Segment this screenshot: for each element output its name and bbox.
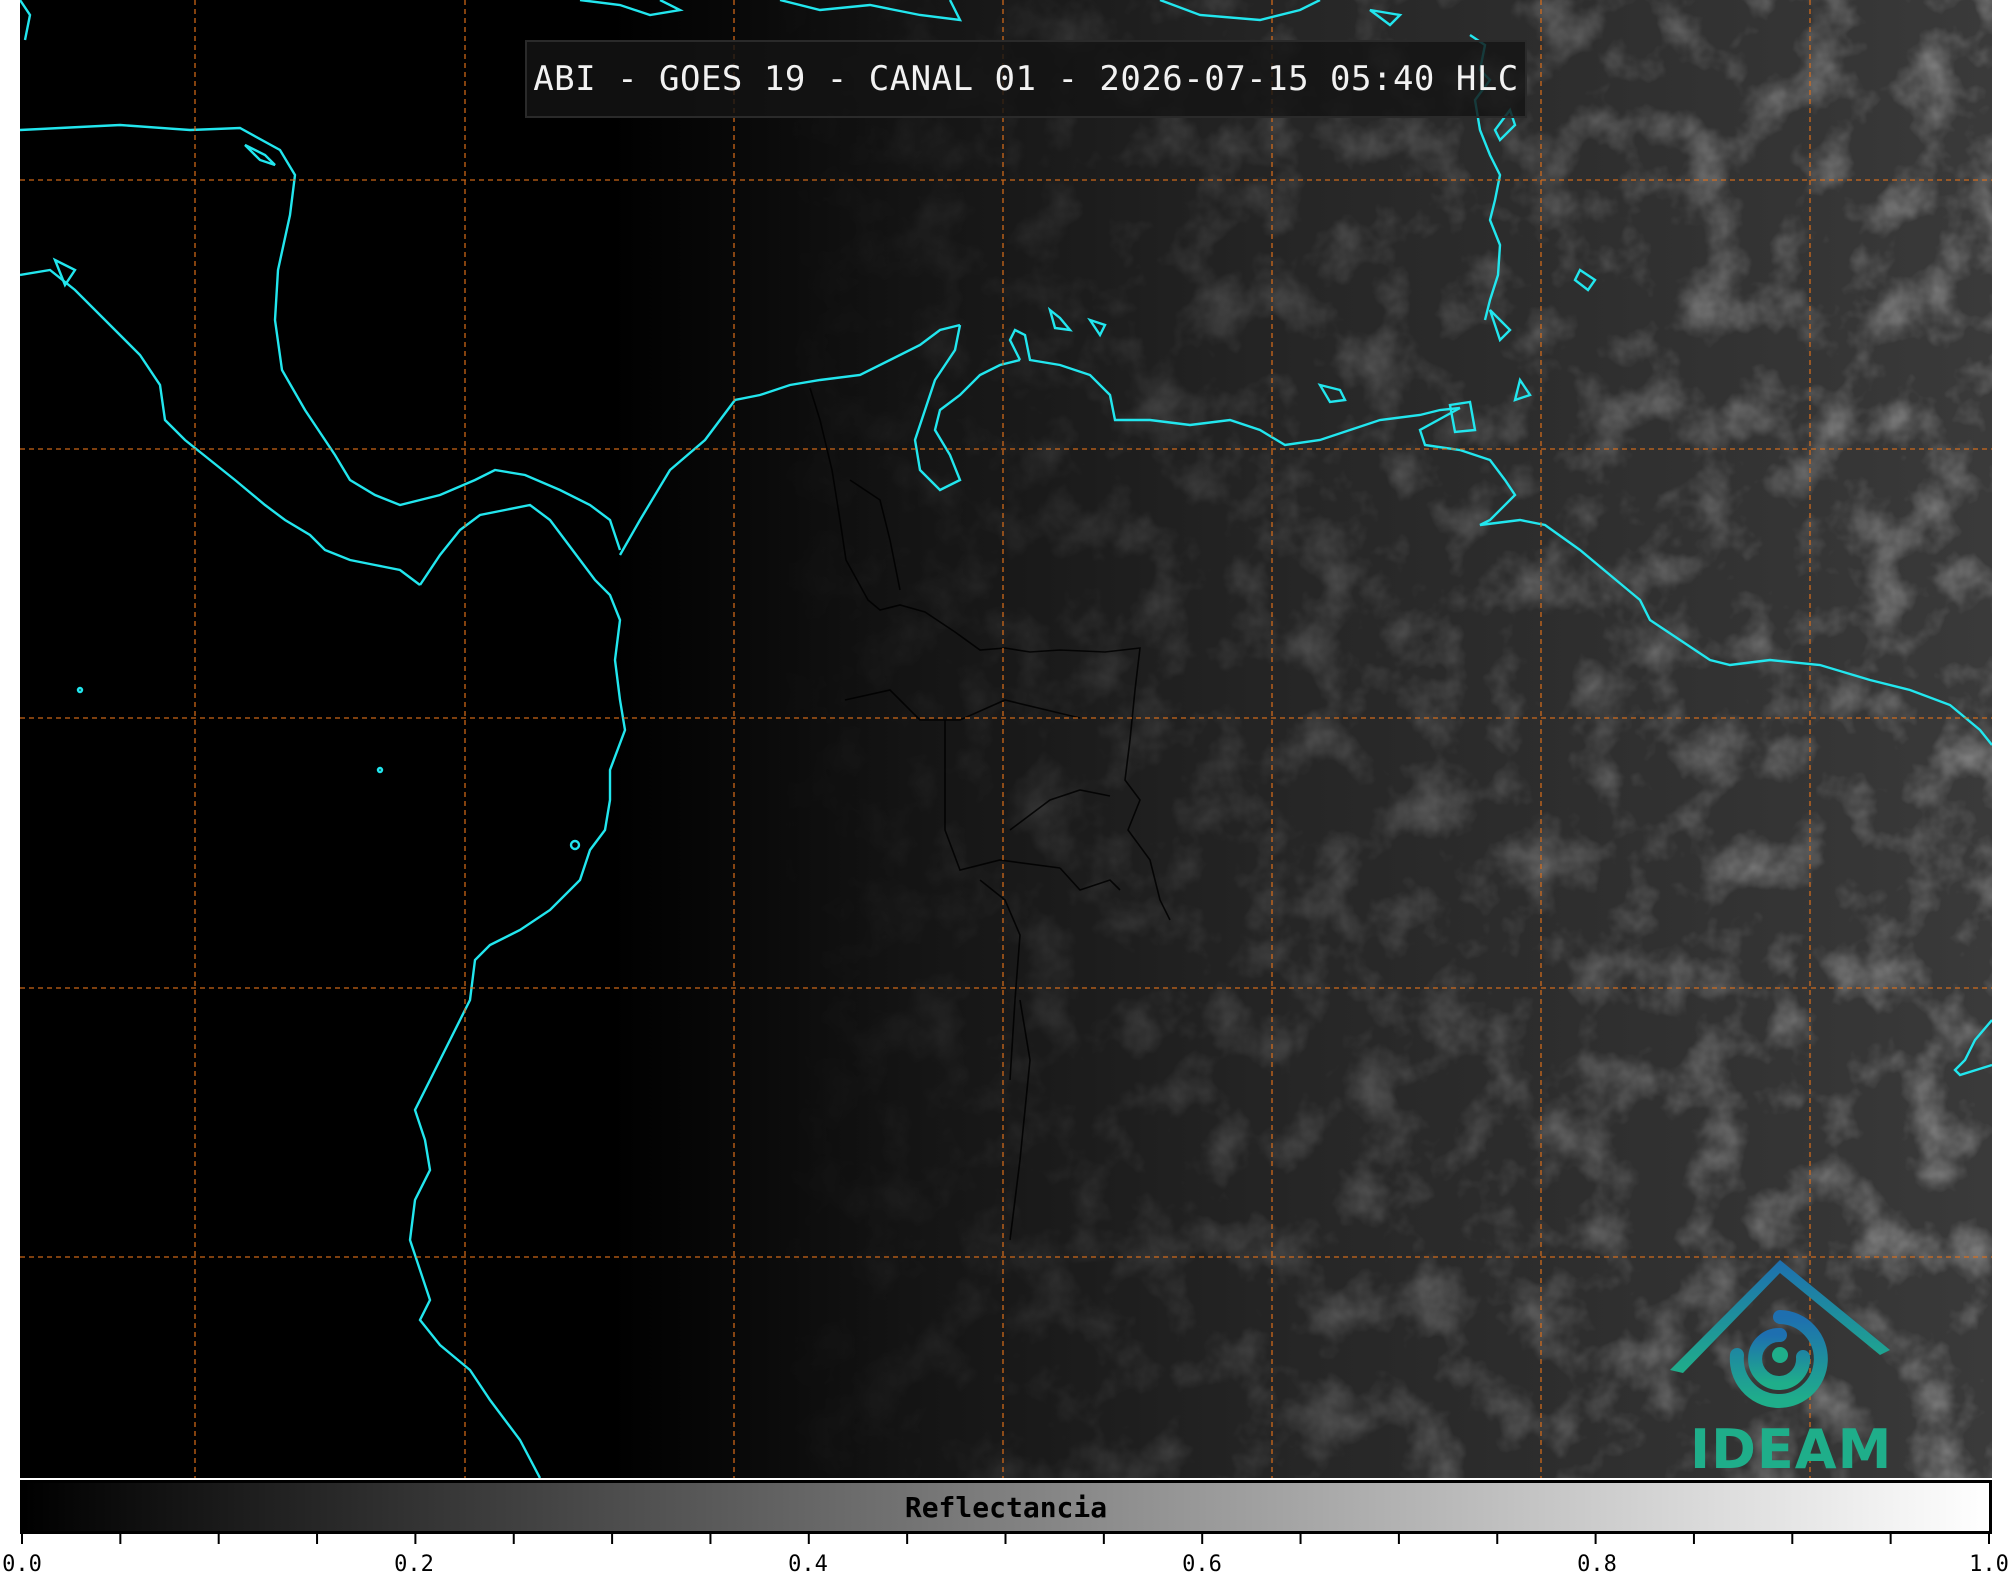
colorbar-ticks	[21, 1534, 1990, 1544]
tick-label-1: 0.2	[394, 1552, 434, 1577]
logo-text: IDEAM	[1690, 1418, 1893, 1481]
image-title: ABI - GOES 19 - CANAL 01 - 2026-07-15 05…	[525, 40, 1527, 118]
tick-label-5: 1.0	[1969, 1552, 2009, 1577]
colorbar-label: Reflectancia	[904, 1490, 1108, 1524]
colorbar: Reflectancia	[20, 1480, 1992, 1534]
tick-label-3: 0.6	[1182, 1552, 1222, 1577]
tick-label-2: 0.4	[788, 1552, 828, 1577]
tick-label-4: 0.8	[1577, 1552, 1617, 1577]
tick-label-0: 0.0	[2, 1552, 42, 1577]
